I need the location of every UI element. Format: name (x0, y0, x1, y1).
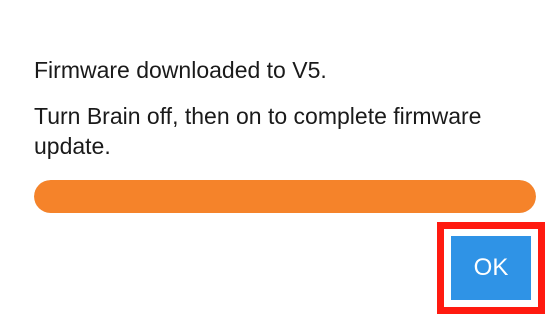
ok-button[interactable]: OK (451, 236, 531, 300)
firmware-progress-bar (34, 180, 536, 213)
ok-button-highlight: OK (437, 222, 545, 314)
firmware-dialog: Firmware downloaded to V5. Turn Brain of… (0, 0, 557, 329)
firmware-progress-fill (34, 180, 536, 213)
firmware-status-message: Firmware downloaded to V5. (34, 57, 327, 83)
firmware-instruction-message: Turn Brain off, then on to complete firm… (34, 103, 482, 159)
